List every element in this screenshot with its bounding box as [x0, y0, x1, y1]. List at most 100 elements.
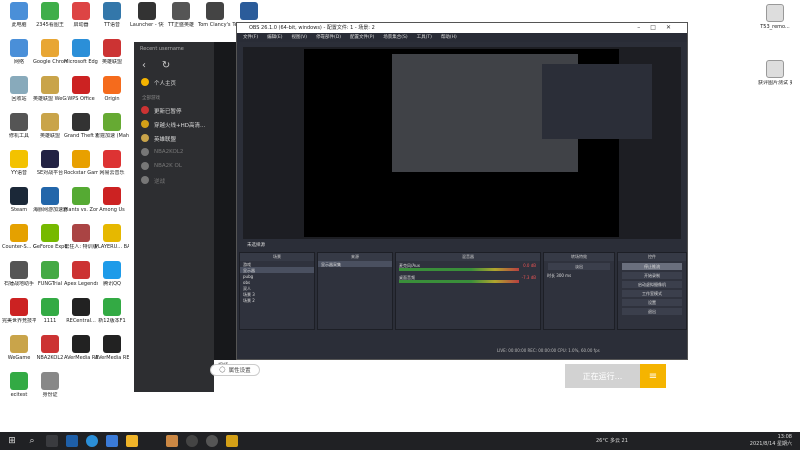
- desktop-shortcut[interactable]: ecitest: [2, 372, 36, 398]
- settings-icon[interactable]: [206, 435, 218, 447]
- sidebar-item-game[interactable]: 穿越火线+HD高清...: [134, 117, 214, 131]
- desktop-shortcut[interactable]: 修机工具: [2, 113, 36, 139]
- desktop-shortcut[interactable]: 英雄联盟: [95, 39, 129, 65]
- sidebar-section-label: 全部游戏: [142, 96, 160, 101]
- weather-widget[interactable]: 26°C 多云 21: [596, 437, 628, 444]
- desktop-shortcut[interactable]: Apex Legends: [64, 261, 98, 287]
- source-item[interactable]: 显示器采集: [318, 261, 392, 267]
- desktop-shortcut[interactable]: T53_remo...: [758, 4, 792, 30]
- desktop-shortcut[interactable]: TT正盛英雄: [164, 2, 198, 28]
- desktop-shortcut[interactable]: Rockstar Games...: [64, 150, 98, 176]
- transition-select[interactable]: 淡出: [548, 263, 610, 270]
- menu-item[interactable]: 配置文件(P): [350, 35, 374, 40]
- desktop-shortcut[interactable]: Tom Clancy's R...: [198, 2, 232, 28]
- scene-item[interactable]: 场景 2: [240, 297, 314, 303]
- launcher-username: Recent username: [140, 46, 184, 52]
- desktop-shortcut[interactable]: 身份证: [33, 372, 67, 398]
- desktop-shortcut[interactable]: 此电脑: [2, 2, 36, 28]
- desktop-shortcut[interactable]: AVerMedia RECentral...: [95, 335, 129, 361]
- menu-icon[interactable]: ≡: [640, 364, 666, 388]
- desktop-shortcut[interactable]: Launcher - 快捷方式: [130, 2, 164, 28]
- desktop-shortcut[interactable]: 网易云音乐: [95, 150, 129, 176]
- desktop-shortcut[interactable]: Google Chrome: [33, 39, 67, 65]
- control-button[interactable]: 工作室模式: [622, 290, 682, 297]
- desktop-shortcut[interactable]: RECentral...: [64, 298, 98, 324]
- sidebar-item-game[interactable]: 英雄联盟: [134, 131, 214, 145]
- search-icon[interactable]: ⌕: [26, 435, 38, 447]
- desktop-shortcut[interactable]: Grand Theft Auto V: [64, 113, 98, 139]
- sidebar-item-personal[interactable]: 个人主页: [134, 75, 214, 89]
- desktop-shortcut[interactable]: 回收站: [2, 76, 36, 102]
- desktop-shortcut[interactable]: NBA2KOL2: [33, 335, 67, 361]
- desktop-shortcut[interactable]: 完美世界竞技平台: [2, 298, 36, 324]
- desktop-shortcut[interactable]: 2345看图王: [33, 2, 67, 28]
- desktop-shortcut[interactable]: 石锤战地助手: [2, 261, 36, 287]
- desktop-shortcut[interactable]: 海豚网游加速器5.0: [33, 187, 67, 213]
- start-icon[interactable]: ⊞: [6, 435, 18, 447]
- explorer-icon[interactable]: [66, 435, 78, 447]
- store-icon[interactable]: [106, 435, 118, 447]
- app-icon[interactable]: [166, 435, 178, 447]
- menu-item[interactable]: 文件(F): [243, 35, 258, 40]
- refresh-icon[interactable]: ↻: [162, 60, 170, 71]
- menu-item[interactable]: 编辑(E): [267, 35, 282, 40]
- shortcut-icon: [72, 261, 90, 279]
- menu-item[interactable]: 工具(T): [417, 35, 432, 40]
- control-button[interactable]: 开始录制: [622, 272, 682, 279]
- desktop-shortcut[interactable]: GeForce Experience: [33, 224, 67, 250]
- desktop-shortcut[interactable]: Counter-S... Global Off...: [2, 224, 36, 250]
- close-icon[interactable]: ✕: [666, 24, 681, 31]
- back-arrow-icon[interactable]: ‹: [142, 60, 146, 71]
- desktop-shortcut[interactable]: 网络: [2, 39, 36, 65]
- control-button[interactable]: 启动虚拟摄像机: [622, 281, 682, 288]
- nested-obs: [542, 64, 652, 139]
- menu-item[interactable]: 帮助(H): [441, 35, 457, 40]
- desktop-shortcut[interactable]: WPS Office: [64, 76, 98, 102]
- desktop-shortcut[interactable]: 1111: [33, 298, 67, 324]
- maximize-icon[interactable]: □: [650, 24, 666, 31]
- desktop-shortcut[interactable]: AVerMedia RECentral 4: [64, 335, 98, 361]
- volume-meter[interactable]: [399, 280, 519, 283]
- desktop-shortcut[interactable]: 启动器: [64, 2, 98, 28]
- desktop-shortcut[interactable]: Origin: [95, 76, 129, 102]
- desktop-shortcut[interactable]: SE对战平台: [33, 150, 67, 176]
- desktop-shortcut[interactable]: 英雄联盟 WeGame版: [33, 76, 67, 102]
- transition-duration[interactable]: 时长 300 ms: [544, 272, 614, 278]
- folder-icon[interactable]: [126, 435, 138, 447]
- clock[interactable]: 13:08 2021/8/14 星期六: [750, 434, 792, 448]
- volume-meter[interactable]: [399, 268, 519, 271]
- minimize-icon[interactable]: –: [637, 24, 650, 31]
- properties-button[interactable]: ◯ 属性设置: [210, 364, 260, 376]
- desktop-shortcut[interactable]: 获评图片测试 第4版 ...: [758, 60, 792, 86]
- sidebar-item-game[interactable]: 逆战: [134, 173, 214, 187]
- menu-item[interactable]: 视图(V): [291, 35, 307, 40]
- desktop-shortcut[interactable]: 英雄联盟: [33, 113, 67, 139]
- shortcut-label: NBA2KOL2: [36, 355, 64, 361]
- desktop-shortcut[interactable]: Plants vs. Zombies G...: [64, 187, 98, 213]
- launcher-taskbar-icon[interactable]: [226, 435, 238, 447]
- desktop-shortcut[interactable]: TT语音: [95, 2, 129, 28]
- menu-item[interactable]: 场景集合(S): [383, 35, 407, 40]
- sidebar-item-game[interactable]: 更新已暂停: [134, 103, 214, 117]
- desktop-shortcut[interactable]: PLAYERU... BATTLEGR...: [95, 224, 129, 250]
- edge-icon[interactable]: [86, 435, 98, 447]
- desktop-shortcut[interactable]: Steam: [2, 187, 36, 213]
- desktop-shortcut[interactable]: 帮狂人: 特训版: [64, 224, 98, 250]
- control-button[interactable]: 退出: [622, 308, 682, 315]
- desktop-shortcut[interactable]: 雷霆加速 (Mahjong...: [95, 113, 129, 139]
- control-button[interactable]: 设置: [622, 299, 682, 306]
- desktop-shortcut[interactable]: YY语音: [2, 150, 36, 176]
- desktop-shortcut[interactable]: 新12版本F1: [95, 298, 129, 324]
- desktop-shortcut[interactable]: Microsoft Edge: [64, 39, 98, 65]
- control-button[interactable]: 停止推流: [622, 263, 682, 270]
- sidebar-item-game[interactable]: NBA2KOL2: [134, 145, 214, 159]
- sidebar-item-game[interactable]: NBA2K OL: [134, 159, 214, 173]
- desktop-shortcut[interactable]: FUNGTrial: [33, 261, 67, 287]
- desktop-shortcut[interactable]: Among Us: [95, 187, 129, 213]
- task-view-icon[interactable]: [46, 435, 58, 447]
- running-button[interactable]: 正在运行...: [565, 364, 640, 388]
- obs-taskbar-icon[interactable]: [186, 435, 198, 447]
- menu-item[interactable]: 停靠部件(D): [316, 35, 341, 40]
- desktop-shortcut[interactable]: WeGame: [2, 335, 36, 361]
- desktop-shortcut[interactable]: 腾讯QQ: [95, 261, 129, 287]
